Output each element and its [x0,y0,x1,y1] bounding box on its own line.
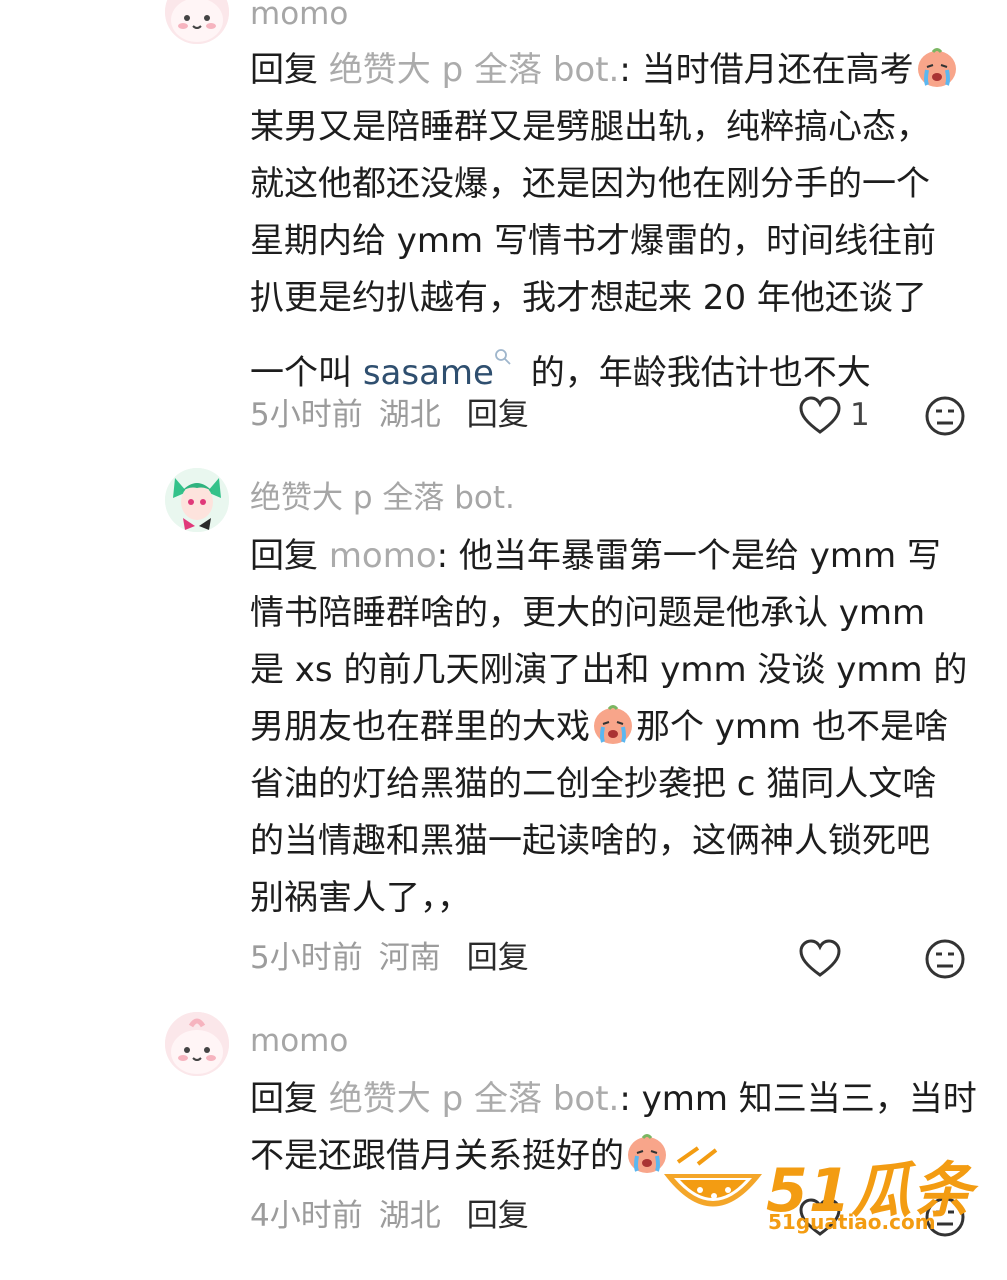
reply-to-user[interactable]: 绝赞大 p 全落 bot. [329,50,620,90]
comment-meta: 5小时前 河南 回复 [250,938,529,978]
comment-text-segment: 不是还跟借月关系挺好的 [250,1136,624,1176]
neutral-face-icon[interactable] [924,395,966,437]
comment-time: 5小时前 [250,940,363,976]
reply-colon: : [436,536,449,576]
comment-text-segment: 那个 ymm 也不是啥 [636,707,948,747]
comment-text-segment: 一个叫 [250,353,363,393]
comment-line: 的当情趣和黑猫一起读啥的，这俩神人锁死吧 [250,821,930,861]
reply-prefix: 回复 [250,50,318,90]
comment-line: 是 xs 的前几天刚演了出和 ymm 没谈 ymm 的 [250,650,968,690]
reply-button[interactable]: 回复 [467,397,529,433]
comment-author[interactable]: momo [250,0,348,34]
comment-text-segment: 的，年龄我估计也不大 [519,353,871,393]
watermark: 51瓜条 51guatiao.com [658,1140,978,1240]
comment-meta: 4小时前 湖北 回复 [250,1196,529,1236]
watermelon-logo-icon [664,1146,762,1207]
crying-peach-emoji [915,45,959,89]
reply-colon: : [619,50,631,90]
reply-prefix: 回复 [250,1079,318,1119]
comment-line: 省油的灯给黑猫的二创全抄袭把 c 猫同人文啥 [250,764,937,804]
avatar-momo[interactable] [165,0,229,44]
comment-line: 情书陪睡群啥的，更大的问题是他承认 ymm [250,593,926,633]
comment-line: 回复 绝赞大 p 全落 bot.: ymm 知三当三，当时 [250,1071,977,1128]
comment-location: 河南 [378,940,441,976]
comment-text-segment: 他当年暴雷第一个是给 ymm 写 [448,536,941,576]
comment-text: 回复 绝赞大 p 全落 bot.: 当时借月还在高考 某男又是陪睡群又是劈腿出轨… [250,42,970,393]
neutral-face-icon[interactable] [924,938,966,980]
comment-line: 某男又是陪睡群又是劈腿出轨，纯粹搞心态， [250,107,930,147]
comment-text: 回复 momo: 他当年暴雷第一个是给 ymm 写 情书陪睡群啥的，更大的问题是… [250,528,970,927]
reply-to-user[interactable]: 绝赞大 p 全落 bot. [329,1079,620,1119]
watermark-url: 51guatiao.com [768,1210,936,1234]
search-icon[interactable] [494,327,512,365]
heart-icon[interactable] [798,396,842,436]
reply-to-user[interactable]: momo [329,536,437,576]
comment-line: 一个叫 sasame 的，年龄我估计也不大 [250,327,970,393]
comment-meta: 5小时前 湖北 回复 [250,395,529,435]
avatar-momo[interactable] [165,1012,229,1076]
search-link-sasame[interactable]: sasame [363,353,494,393]
comment-text-segment: 男朋友也在群里的大戏 [250,707,590,747]
reply-button[interactable]: 回复 [467,940,529,976]
comment-time: 4小时前 [250,1198,363,1234]
comment-author[interactable]: 绝赞大 p 全落 bot. [250,478,515,518]
comment-location: 湖北 [378,397,441,433]
comment-line: 扒更是约扒越有，我才想起来 20 年他还谈了 [250,278,927,318]
comment-line: 回复 momo: 他当年暴雷第一个是给 ymm 写 [250,528,970,585]
comment-text-segment: 当时借月还在高考 [630,50,914,90]
avatar-bot[interactable] [165,468,229,532]
like-count: 1 [850,397,870,433]
comment-author[interactable]: momo [250,1021,348,1061]
comment-line: 就这他都还没爆，还是因为他在刚分手的一个 [250,164,930,204]
comment-text-segment: ymm 知三当三，当时 [630,1079,977,1119]
comment-line: 男朋友也在群里的大戏 那个 ymm 也不是啥 [250,699,970,756]
reply-colon: : [619,1079,631,1119]
comment-location: 湖北 [378,1198,441,1234]
comment-line: 星期内给 ymm 写情书才爆雷的，时间线往前 [250,221,936,261]
reply-button[interactable]: 回复 [467,1198,529,1234]
comment-line: 回复 绝赞大 p 全落 bot.: 当时借月还在高考 [250,42,970,99]
heart-icon[interactable] [798,939,842,979]
crying-peach-emoji [591,702,635,746]
reply-prefix: 回复 [250,536,318,576]
comment-time: 5小时前 [250,397,363,433]
comment-line: 别祸害人了，， [250,878,471,918]
